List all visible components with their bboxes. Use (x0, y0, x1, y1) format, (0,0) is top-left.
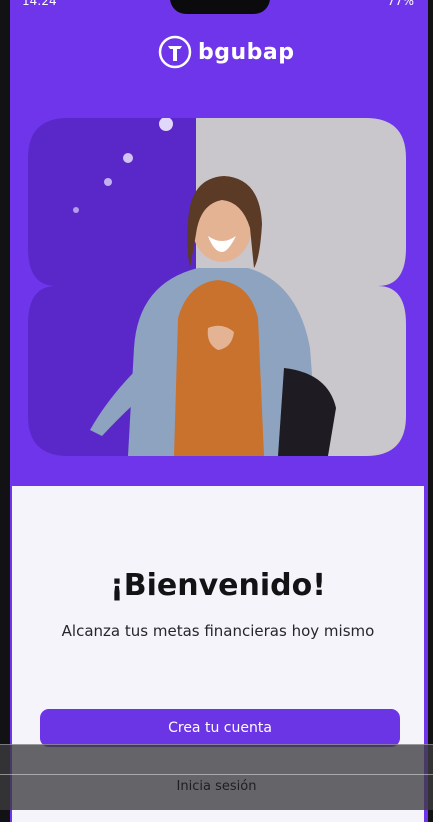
hero-image (28, 118, 406, 456)
welcome-subtitle: Alcanza tus metas financieras hoy mismo (61, 622, 375, 640)
bank-pillar-logo-icon (158, 35, 192, 69)
brand-name: bgubap (198, 39, 295, 65)
create-account-button[interactable]: Crea tu cuenta (40, 709, 400, 747)
battery-indicator: 77% (387, 0, 414, 8)
overlay-divider (0, 774, 433, 775)
brand-logo: bgubap (158, 34, 295, 70)
camera-notch (170, 0, 270, 14)
status-time: 14:24 (22, 0, 57, 8)
app-screen: 14:24 77% bgubap ¡Bienvenido! Alcanza tu… (10, 0, 428, 822)
video-overlay-bar (0, 744, 433, 810)
hero-photo (28, 118, 406, 456)
sign-in-link[interactable]: Inicia sesión (0, 779, 433, 797)
welcome-title: ¡Bienvenido! (110, 568, 326, 603)
phone-frame: 14:24 77% bgubap ¡Bienvenido! Alcanza tu… (0, 0, 433, 822)
